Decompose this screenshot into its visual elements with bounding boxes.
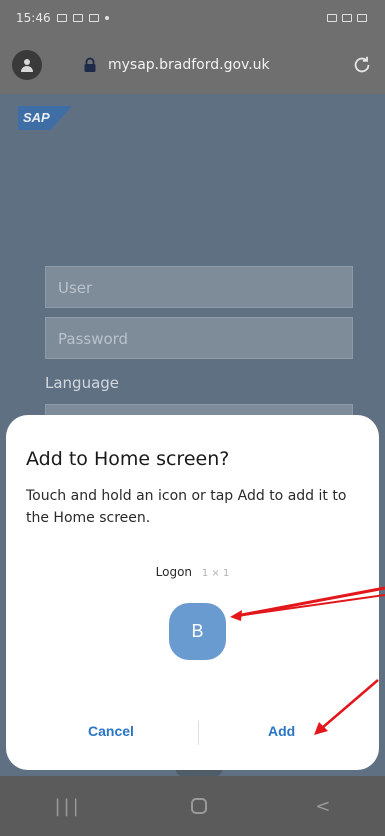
- add-to-home-dialog: Add to Home screen? Touch and hold an ic…: [6, 415, 379, 770]
- dialog-actions: Cancel Add: [6, 715, 379, 755]
- muted-notification-icon: [88, 14, 99, 22]
- dialog-title: Add to Home screen?: [26, 448, 230, 470]
- sap-logo: SAP: [18, 106, 72, 130]
- navigation-bar: ||| <: [0, 776, 385, 836]
- shortcut-app-icon[interactable]: B: [169, 603, 226, 660]
- gallery-notification-icon: [56, 14, 67, 22]
- add-button[interactable]: Add: [268, 723, 295, 739]
- shortcut-size: 1 × 1: [201, 568, 230, 579]
- language-label: Language: [45, 374, 120, 392]
- status-bar: 15:46: [0, 0, 385, 36]
- back-icon[interactable]: <: [315, 796, 330, 817]
- profile-icon[interactable]: [12, 50, 42, 80]
- lock-icon[interactable]: [82, 57, 98, 73]
- signal-icon: [342, 14, 352, 22]
- message-notification-icon: [72, 14, 83, 22]
- recent-apps-icon[interactable]: |||: [54, 796, 81, 817]
- reload-icon[interactable]: [351, 54, 373, 76]
- user-input[interactable]: User: [45, 266, 353, 308]
- clock: 15:46: [16, 11, 51, 25]
- shortcut-label: Logon 1 × 1: [6, 565, 379, 579]
- shortcut-name: Logon: [155, 565, 193, 579]
- browser-toolbar: mysap.bradford.gov.uk: [0, 36, 385, 94]
- battery-icon: [357, 14, 367, 22]
- dialog-description: Touch and hold an icon or tap Add to add…: [26, 488, 347, 526]
- wifi-icon: [327, 14, 337, 22]
- more-notifications-icon: [104, 16, 109, 20]
- app-icon-letter: B: [191, 621, 204, 641]
- cancel-button[interactable]: Cancel: [88, 723, 134, 739]
- password-input[interactable]: Password: [45, 317, 353, 359]
- url-text[interactable]: mysap.bradford.gov.uk: [108, 57, 351, 73]
- home-icon[interactable]: [190, 798, 207, 814]
- action-divider: [198, 721, 199, 745]
